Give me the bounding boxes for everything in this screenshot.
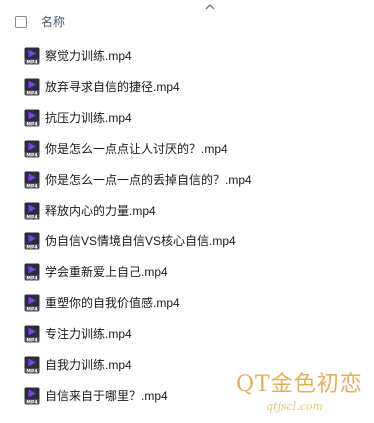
name-column-header[interactable]: 名称: [41, 14, 65, 30]
file-name: 学会重新爱上自己.mp4: [45, 265, 168, 280]
file-row[interactable]: MP4 察觉力训练.mp4: [0, 44, 300, 68]
file-name: 自信来自于哪里？.mp4: [45, 388, 168, 403]
mp4-video-icon: MP4: [24, 202, 40, 220]
svg-text:MP4: MP4: [26, 183, 37, 188]
svg-text:MP4: MP4: [26, 60, 37, 65]
svg-text:MP4: MP4: [26, 90, 37, 95]
mp4-video-icon: MP4: [24, 387, 40, 405]
file-name: 重塑你的自我价值感.mp4: [45, 296, 180, 311]
mp4-video-icon: MP4: [24, 78, 40, 96]
select-all-checkbox[interactable]: [15, 16, 27, 28]
svg-text:MP4: MP4: [26, 245, 37, 250]
mp4-video-icon: MP4: [24, 171, 40, 189]
file-name: 放弃寻求自信的捷径.mp4: [45, 79, 180, 94]
file-name: 察觉力训练.mp4: [45, 49, 132, 63]
file-name: 释放内心的力量.mp4: [45, 203, 156, 218]
mp4-video-icon: MP4: [24, 325, 40, 343]
file-name: 自我力训练.mp4: [45, 358, 132, 372]
mp4-video-icon: MP4: [24, 47, 40, 65]
watermark-url: qtjscl.com: [266, 400, 323, 413]
svg-text:MP4: MP4: [26, 152, 37, 157]
watermark-text: QT金色初恋: [236, 372, 363, 397]
file-row[interactable]: MP4 学会重新爱上自己.mp4: [0, 260, 300, 284]
file-row[interactable]: MP4 抗压力训练.mp4: [0, 106, 300, 130]
list-header: 名称: [0, 0, 374, 40]
mp4-video-icon: MP4: [24, 109, 40, 127]
file-row[interactable]: MP4 你是怎么一点一点的丢掉自信的？.mp4: [0, 168, 300, 192]
watermark-logo: QT金色初恋 qtjscl.com: [236, 372, 368, 418]
file-row[interactable]: MP4 专注力训练.mp4: [0, 322, 300, 346]
file-name: 抗压力训练.mp4: [45, 110, 132, 125]
svg-text:MP4: MP4: [26, 214, 37, 219]
mp4-video-icon: MP4: [24, 356, 40, 374]
file-row[interactable]: MP4 伪自信VS情境自信VS核心自信.mp4: [0, 229, 300, 253]
svg-text:MP4: MP4: [26, 307, 37, 312]
sort-ascending-icon[interactable]: [204, 2, 216, 12]
file-row[interactable]: MP4 你是怎么一点点让人讨厌的？.mp4: [0, 137, 300, 161]
svg-text:MP4: MP4: [26, 338, 37, 343]
file-name: 专注力训练.mp4: [45, 327, 132, 342]
mp4-video-icon: MP4: [24, 232, 40, 250]
file-row[interactable]: MP4 重塑你的自我价值感.mp4: [0, 291, 300, 315]
mp4-video-icon: MP4: [24, 140, 40, 158]
file-name: 你是怎么一点一点的丢掉自信的？.mp4: [45, 172, 252, 187]
svg-text:MP4: MP4: [26, 121, 37, 126]
file-row[interactable]: MP4 放弃寻求自信的捷径.mp4: [0, 75, 300, 99]
file-name: 伪自信VS情境自信VS核心自信.mp4: [45, 234, 236, 249]
svg-text:MP4: MP4: [26, 276, 37, 281]
mp4-video-icon: MP4: [24, 263, 40, 281]
mp4-video-icon: MP4: [24, 294, 40, 312]
svg-text:MP4: MP4: [26, 399, 37, 404]
file-name: 你是怎么一点点让人讨厌的？.mp4: [45, 141, 228, 156]
svg-text:MP4: MP4: [26, 369, 37, 374]
file-row[interactable]: MP4 释放内心的力量.mp4: [0, 199, 300, 223]
